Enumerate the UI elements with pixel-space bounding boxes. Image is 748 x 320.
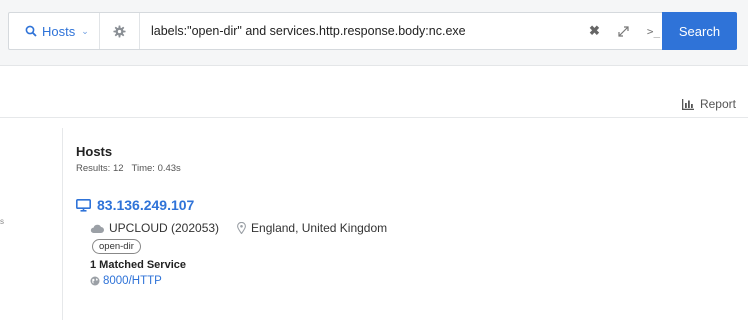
sidebar-divider [62,128,63,320]
monitor-icon [76,198,91,212]
service-port: 8000/HTTP [103,275,162,287]
scope-label: Hosts [42,23,76,39]
result-item: 83.136.249.107 UPCLOUD (202053) England,… [76,197,387,287]
service-link[interactable]: 8000/HTTP [90,275,387,287]
gear-icon [113,24,126,38]
clear-icon[interactable]: ✖ [589,23,600,39]
divider [0,117,748,118]
search-bar-region: Hosts ⌄ ✖ >_ Search [0,0,748,66]
expand-icon[interactable] [618,25,629,37]
sidebar-edge-mark: s [0,217,4,226]
location-pin-icon [237,222,246,234]
report-label: Report [699,97,736,111]
results-title: Hosts [76,144,113,159]
results-count: Results: 12 [76,163,124,174]
host-link[interactable]: 83.136.249.107 [76,197,387,213]
results-time: Time: 0.43s [131,163,181,174]
search-box: Hosts ⌄ ✖ >_ Search [8,12,737,50]
host-asn[interactable]: UPCLOUD (202053) [109,221,219,235]
matched-services-heading: 1 Matched Service [90,259,186,271]
scope-dropdown[interactable]: Hosts ⌄ [9,13,100,49]
results-header: Hosts Results: 12 Time: 0.43s [76,144,181,174]
host-location[interactable]: England, United Kingdom [251,221,387,235]
chevron-down-icon: ⌄ [81,25,89,36]
cloud-icon [90,224,104,233]
report-chart-icon [681,98,694,110]
search-button[interactable]: Search [662,12,737,50]
report-button[interactable]: Report [681,97,736,111]
host-ip: 83.136.249.107 [97,197,195,213]
settings-button[interactable] [100,13,140,49]
search-icon [25,25,37,37]
globe-icon [90,276,100,286]
terminal-icon[interactable]: >_ [647,25,660,38]
search-input[interactable] [151,13,571,49]
label-tag[interactable]: open-dir [92,239,141,254]
